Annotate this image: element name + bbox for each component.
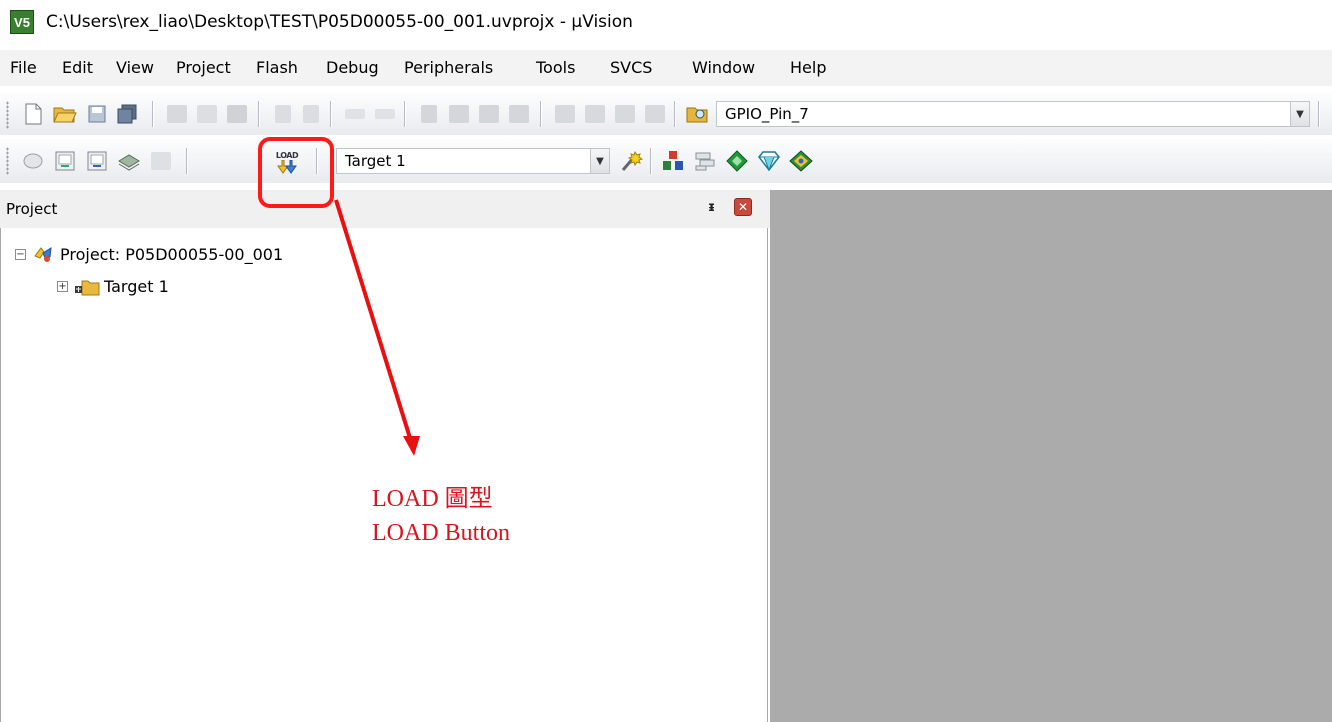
menu-file[interactable]: File — [10, 58, 37, 77]
build-icon[interactable] — [52, 148, 78, 174]
file-extensions-icon[interactable] — [692, 148, 718, 174]
menu-bar: File Edit View Project Flash Debug Perip… — [0, 50, 1332, 86]
close-icon[interactable]: ✕ — [734, 198, 752, 216]
pack-installer-icon[interactable] — [756, 148, 782, 174]
build-toolbar: LOAD Target 1 ▼ — [0, 138, 1332, 183]
file-toolbar: GPIO_Pin_7 ▼ — [0, 92, 1332, 135]
menu-flash[interactable]: Flash — [256, 58, 298, 77]
unindent-icon[interactable] — [582, 101, 608, 127]
paste-icon[interactable] — [224, 101, 250, 127]
toolbar-separator — [650, 148, 652, 174]
translate-icon[interactable] — [20, 148, 46, 174]
navigate-back-icon[interactable] — [342, 101, 368, 127]
project-icon — [32, 244, 54, 264]
editor-area — [770, 190, 1332, 722]
stop-build-icon[interactable] — [148, 148, 174, 174]
expand-icon[interactable]: + — [57, 280, 68, 292]
target-folder-icon — [74, 278, 100, 296]
toolbar-separator — [152, 101, 154, 127]
cut-icon[interactable] — [164, 101, 190, 127]
next-bookmark-icon[interactable] — [476, 101, 502, 127]
uvision-app-icon: V5 — [10, 10, 34, 34]
chevron-down-icon[interactable]: ▼ — [590, 149, 609, 173]
new-file-icon[interactable] — [20, 101, 46, 127]
toolbar-separator — [540, 101, 542, 127]
menu-tools[interactable]: Tools — [536, 58, 575, 77]
toolbar-separator — [674, 101, 676, 127]
redo-icon[interactable] — [298, 101, 324, 127]
annotation-line-2: LOAD Button — [372, 520, 510, 546]
bookmark-icon[interactable] — [416, 101, 442, 127]
uncomment-icon[interactable] — [642, 101, 668, 127]
run-time-environment-icon[interactable] — [788, 148, 814, 174]
find-combo-value: GPIO_Pin_7 — [725, 105, 809, 123]
save-icon[interactable] — [84, 101, 110, 127]
target-options-icon[interactable] — [618, 148, 644, 174]
tree-item-label: Project: P05D00055-00_001 — [60, 244, 284, 264]
tree-item-project[interactable]: − Project: P05D00055-00_001 — [15, 242, 283, 266]
toolbar-grip[interactable] — [6, 101, 9, 129]
menu-edit[interactable]: Edit — [62, 58, 93, 77]
toolbar-separator — [186, 148, 188, 174]
batch-build-icon[interactable] — [116, 148, 142, 174]
find-combo[interactable]: GPIO_Pin_7 ▼ — [716, 101, 1310, 127]
pin-icon[interactable]: ᵻ — [708, 200, 715, 215]
menu-window[interactable]: Window — [692, 58, 755, 77]
chevron-down-icon[interactable]: ▼ — [1290, 102, 1309, 126]
undo-icon[interactable] — [270, 101, 296, 127]
toolbar-separator — [1318, 101, 1320, 127]
project-panel-header: Project ᵻ ✕ — [0, 190, 770, 228]
window-title: C:\Users\rex_liao\Desktop\TEST\P05D00055… — [46, 12, 633, 32]
annotation-line-1: LOAD 圖型 — [372, 486, 493, 512]
target-select-value: Target 1 — [345, 152, 406, 170]
menu-debug[interactable]: Debug — [326, 58, 379, 77]
toolbar-separator — [330, 101, 332, 127]
title-bar: V5 C:\Users\rex_liao\Desktop\TEST\P05D00… — [0, 0, 1332, 44]
prev-bookmark-icon[interactable] — [446, 101, 472, 127]
target-select[interactable]: Target 1 ▼ — [336, 148, 610, 174]
clear-bookmarks-icon[interactable] — [506, 101, 532, 127]
toolbar-grip[interactable] — [6, 147, 9, 175]
menu-help[interactable]: Help — [790, 58, 826, 77]
tree-item-target[interactable]: + Target 1 — [57, 274, 169, 298]
project-tree: − Project: P05D00055-00_001 + Target 1 — [0, 228, 768, 722]
menu-svcs[interactable]: SVCS — [610, 58, 652, 77]
manage-components-icon[interactable] — [660, 148, 686, 174]
collapse-icon[interactable]: − — [15, 248, 26, 260]
load-button-highlight — [258, 137, 334, 208]
comment-icon[interactable] — [612, 101, 638, 127]
find-in-files-icon[interactable] — [684, 101, 710, 127]
rebuild-icon[interactable] — [84, 148, 110, 174]
project-panel-title: Project — [6, 200, 58, 218]
navigate-forward-icon[interactable] — [372, 101, 398, 127]
open-file-icon[interactable] — [52, 101, 78, 127]
toolbar-separator — [404, 101, 406, 127]
indent-icon[interactable] — [552, 101, 578, 127]
menu-view[interactable]: View — [116, 58, 154, 77]
copy-icon[interactable] — [194, 101, 220, 127]
toolbar-separator — [258, 101, 260, 127]
select-packs-icon[interactable] — [724, 148, 750, 174]
menu-project[interactable]: Project — [176, 58, 231, 77]
save-all-icon[interactable] — [114, 101, 140, 127]
menu-peripherals[interactable]: Peripherals — [404, 58, 493, 77]
tree-item-label: Target 1 — [104, 276, 169, 296]
